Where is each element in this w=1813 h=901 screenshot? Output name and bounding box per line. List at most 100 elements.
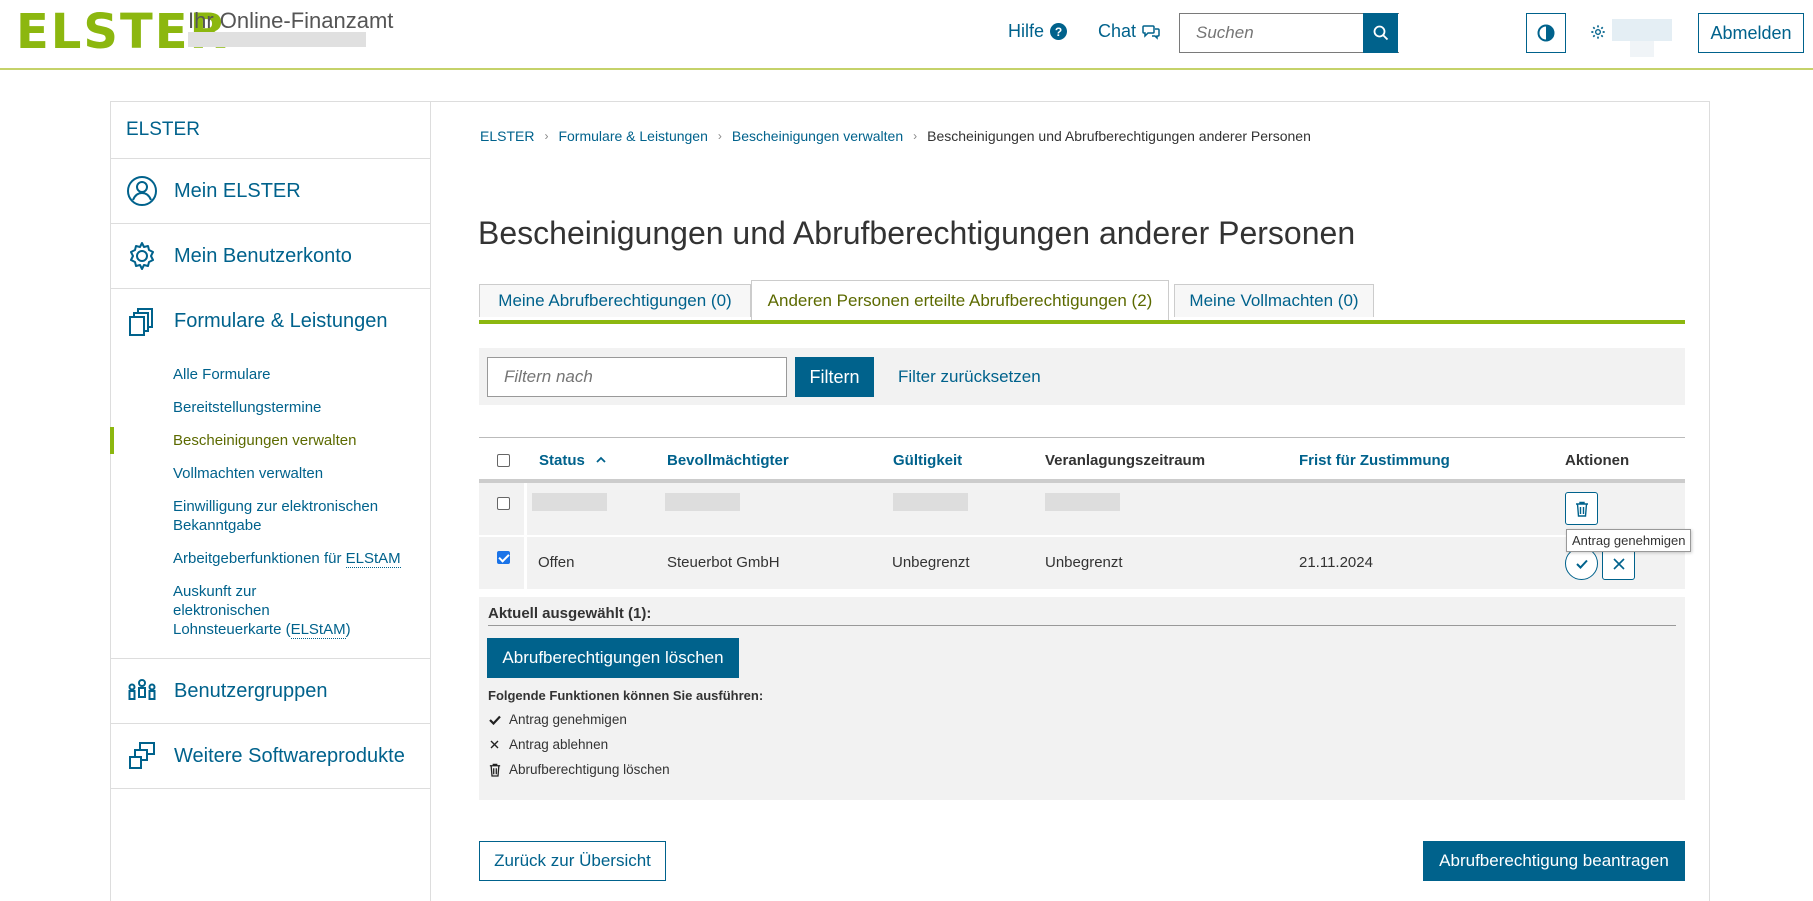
tab-erteilte-abrufberechtigungen[interactable]: Anderen Personen erteilte Abrufberechtig… <box>751 280 1169 320</box>
question-icon: ? <box>1050 23 1068 40</box>
function-approve: Antrag genehmigen <box>488 712 627 727</box>
column-bevollmaechtigter[interactable]: Bevollmächtigter <box>667 452 789 469</box>
trash-icon <box>1575 501 1588 517</box>
sidebar-item-mein-elster[interactable]: Mein ELSTER <box>110 159 430 224</box>
contrast-toggle-button[interactable] <box>1526 13 1566 53</box>
chevron-right-icon: › <box>544 129 549 143</box>
sidebar-sub-bescheinigungen[interactable]: Bescheinigungen verwalten <box>110 424 430 457</box>
row-checkbox[interactable] <box>497 551 510 564</box>
elstam-abbr: ELStAM <box>290 621 346 639</box>
sidebar-submenu: Alle Formulare Bereitstellungstermine Be… <box>110 354 430 659</box>
chevron-right-icon: › <box>717 129 722 143</box>
function-label: Antrag ablehnen <box>509 737 609 752</box>
column-veranlagungszeitraum: Veranlagungszeitraum <box>1045 452 1206 469</box>
selection-count: Aktuell ausgewählt (1): <box>488 605 652 622</box>
sidebar-top-link[interactable]: ELSTER <box>110 101 430 159</box>
column-frist[interactable]: Frist für Zustimmung <box>1299 452 1450 469</box>
search-icon <box>1373 25 1388 41</box>
cell-zeitraum: Unbegrenzt <box>1045 554 1123 571</box>
functions-heading: Folgende Funktionen können Sie ausführen… <box>488 688 764 703</box>
elstam-abbr: ELStAM <box>345 550 401 568</box>
sidebar-item-benutzerkonto[interactable]: Mein Benutzerkonto <box>110 224 430 289</box>
column-label: Status <box>539 452 585 469</box>
breadcrumb-formulare[interactable]: Formulare & Leistungen <box>558 128 707 144</box>
sidebar-item-label: Weitere Softwareprodukte <box>174 744 405 767</box>
help-label: Hilfe <box>1008 21 1045 41</box>
cell-frist: 21.11.2024 <box>1299 554 1373 571</box>
chat-link[interactable]: Chat <box>1098 21 1160 42</box>
sidebar-sub-alle-formulare[interactable]: Alle Formulare <box>110 358 430 391</box>
column-gueltigkeit[interactable]: Gültigkeit <box>893 452 962 469</box>
back-to-overview-button[interactable]: Zurück zur Übersicht <box>479 841 666 881</box>
user-circle-icon <box>127 176 157 206</box>
column-status[interactable]: Status <box>539 452 607 469</box>
sidebar-sub-bereitstellungstermine[interactable]: Bereitstellungstermine <box>110 391 430 424</box>
tab-meine-vollmachten[interactable]: Meine Vollmachten (0) <box>1174 284 1374 317</box>
redacted-bevollmaechtigter <box>665 493 740 511</box>
tab-meine-abrufberechtigungen[interactable]: Meine Abrufberechtigungen (0) <box>479 284 751 317</box>
sidebar-item-label: Mein Benutzerkonto <box>174 244 352 267</box>
breadcrumb-elster[interactable]: ELSTER <box>480 128 534 144</box>
cell-gueltigkeit: Unbegrenzt <box>892 554 970 571</box>
breadcrumb-current: Bescheinigungen und Abrufberechtigungen … <box>927 128 1311 144</box>
cell-status: Offen <box>538 554 575 571</box>
sidebar-item-label: Formulare & Leistungen <box>174 310 388 332</box>
close-icon <box>488 740 501 749</box>
sidebar-item-benutzergruppen[interactable]: Benutzergruppen <box>110 659 430 724</box>
filter-input[interactable] <box>487 357 787 397</box>
sidebar-item-label: Mein ELSTER <box>174 179 301 202</box>
delete-permissions-button[interactable]: Abrufberechtigungen löschen <box>487 638 739 678</box>
sidebar-sub-auskunft[interactable]: Auskunft zur elektronischen Lohnsteuerka… <box>110 575 370 646</box>
chat-label: Chat <box>1098 21 1137 41</box>
row-checkbox-cell <box>479 537 527 589</box>
cell-bevollmaechtigter: Steuerbot GmbH <box>667 554 780 571</box>
permissions-table: Status Bevollmächtigter Gültigkeit Veran… <box>479 437 1685 591</box>
sidebar-sub-vollmachten[interactable]: Vollmachten verwalten <box>110 457 430 490</box>
documents-icon <box>129 307 153 336</box>
tagline: Ihr Online-Finanzamt <box>188 8 394 33</box>
close-icon <box>1612 557 1625 570</box>
divider <box>488 625 1676 626</box>
gear-icon <box>130 242 154 270</box>
select-all-checkbox[interactable] <box>497 454 510 467</box>
logout-button[interactable]: Abmelden <box>1698 13 1804 53</box>
breadcrumb: ELSTER › Formulare & Leistungen › Besche… <box>480 128 1311 144</box>
filter-bar: Filtern Filter zurücksetzen <box>479 348 1685 405</box>
redacted-gueltigkeit <box>893 493 968 511</box>
redacted-zeitraum <box>1045 493 1120 511</box>
table-row: Offen Steuerbot GmbH Unbegrenzt Unbegren… <box>479 537 1685 591</box>
top-header: ELSTER Ihr Online-Finanzamt Hilfe ? Chat… <box>0 0 1813 70</box>
contrast-icon <box>1537 24 1555 42</box>
redacted-status <box>532 493 607 511</box>
checkmark-icon <box>488 715 501 725</box>
checkmark-icon <box>1575 559 1588 569</box>
sidebar-item-label: Benutzergruppen <box>174 679 328 702</box>
redacted-account-detail <box>1630 41 1654 57</box>
filter-button[interactable]: Filtern <box>795 357 874 397</box>
row-checkbox[interactable] <box>497 497 510 510</box>
tooltip-approve: Antrag genehmigen <box>1566 529 1692 552</box>
sub-label-text: Arbeitgeberfunktionen für <box>173 550 346 567</box>
sidebar-nav: ELSTER Mein ELSTER Mein Benutzerkonto Fo… <box>110 101 431 901</box>
function-label: Abrufberechtigung löschen <box>509 762 670 777</box>
help-link[interactable]: Hilfe ? <box>1008 21 1068 42</box>
sidebar-item-formulare[interactable]: Formulare & Leistungen <box>110 289 430 354</box>
search-button[interactable] <box>1363 13 1398 53</box>
sidebar-sub-einwilligung[interactable]: Einwilligung zur elektronischen Bekanntg… <box>110 490 410 542</box>
breadcrumb-bescheinigungen[interactable]: Bescheinigungen verwalten <box>732 128 903 144</box>
redacted-account-name[interactable] <box>1612 19 1672 41</box>
delete-row-button[interactable] <box>1565 492 1598 525</box>
page-title: Bescheinigungen und Abrufberechtigungen … <box>478 215 1356 251</box>
sort-ascending-icon <box>596 456 606 463</box>
sidebar-sub-arbeitgeberfunktionen[interactable]: Arbeitgeberfunktionen für ELStAM <box>110 542 430 575</box>
request-permission-button[interactable]: Abrufberechtigung beantragen <box>1423 841 1685 881</box>
filter-reset-link[interactable]: Filter zurücksetzen <box>898 367 1041 387</box>
sidebar-item-softwareprodukte[interactable]: Weitere Softwareprodukte <box>110 724 430 789</box>
function-delete: Abrufberechtigung löschen <box>488 762 670 777</box>
table-header: Status Bevollmächtigter Gültigkeit Veran… <box>479 437 1685 483</box>
user-group-icon <box>128 679 156 700</box>
row-checkbox-cell <box>479 483 527 535</box>
chat-bubble-icon <box>1142 24 1160 40</box>
column-aktionen: Aktionen <box>1565 452 1630 469</box>
settings-gear-icon[interactable] <box>1590 24 1606 40</box>
